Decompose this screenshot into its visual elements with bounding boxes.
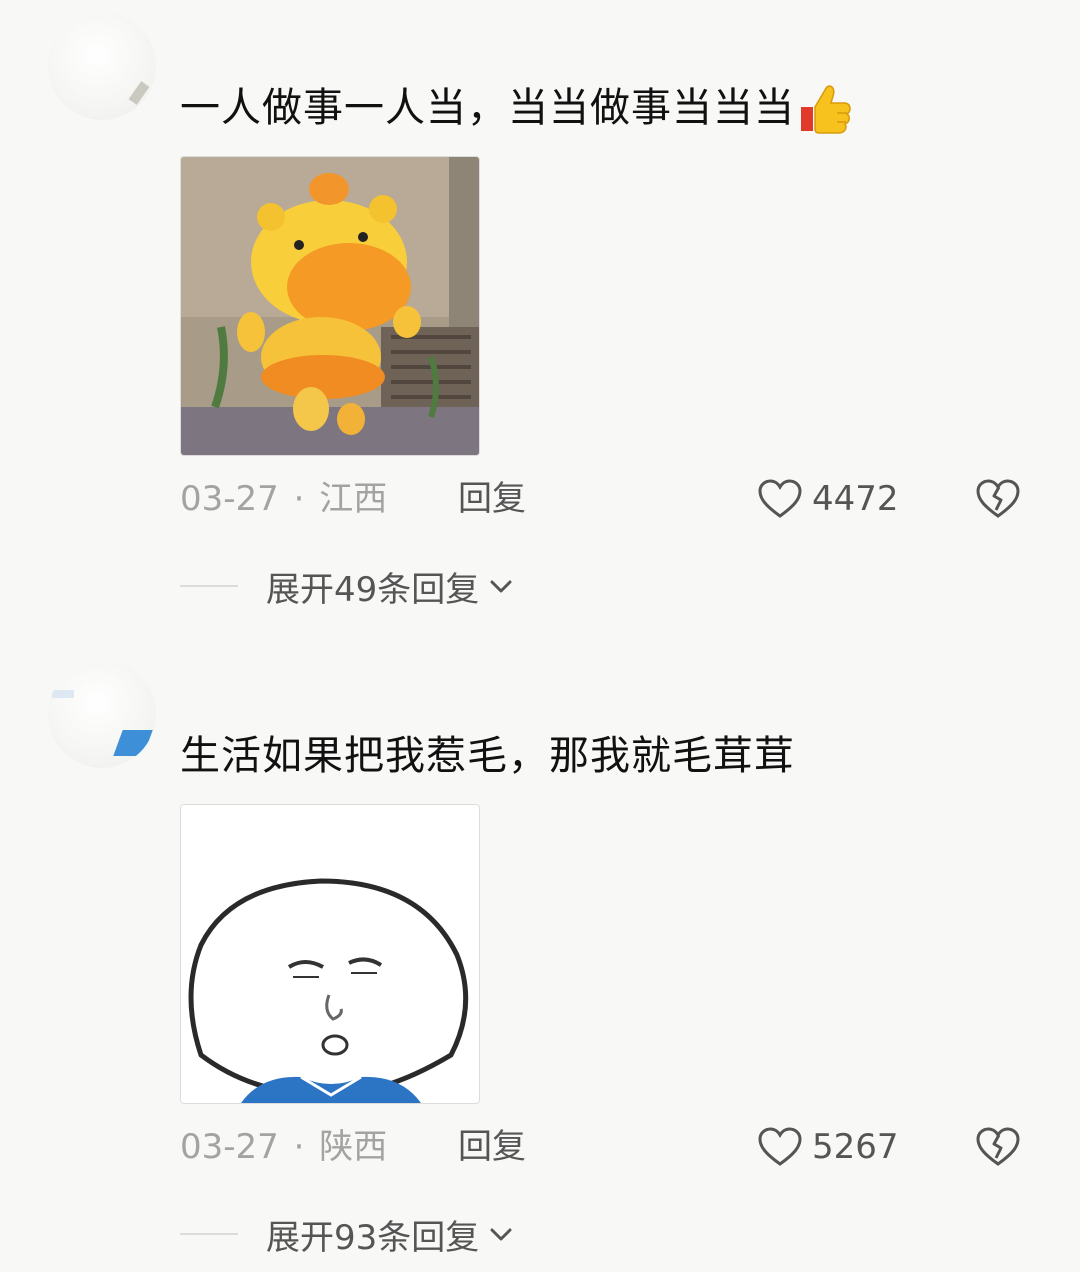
heart-outline-icon [758, 1127, 802, 1166]
comment-image-meme[interactable] [180, 804, 480, 1104]
reply-button[interactable]: 回复 [458, 474, 526, 524]
reply-button[interactable]: 回复 [458, 1122, 526, 1172]
comment-location: 江西 [319, 479, 388, 519]
expand-replies-label: 展开49条回复 [266, 569, 480, 610]
avatar[interactable] [48, 12, 156, 120]
divider-line [180, 585, 238, 587]
comment-location: 陕西 [319, 1127, 388, 1167]
avatar[interactable] [48, 660, 156, 768]
expand-replies-button[interactable]: 展开93条回复 [180, 1208, 515, 1260]
comment-meta: 03-27 · 江西 [180, 474, 387, 524]
thumbs-up-icon [801, 85, 851, 134]
comment-date: 03-27 [180, 1127, 279, 1167]
like-button[interactable]: 5267 [756, 1122, 899, 1172]
comment-image-hippo[interactable] [180, 156, 480, 456]
expand-replies-label: 展开93条回复 [266, 1217, 480, 1258]
heart-outline-icon [758, 479, 802, 518]
comment-meta: 03-27 · 陕西 [180, 1122, 387, 1172]
broken-heart-icon[interactable] [974, 1122, 1022, 1170]
meta-separator: · [293, 1127, 305, 1167]
comment-text: 生活如果把我惹毛，那我就毛茸茸 [180, 733, 795, 779]
expand-replies-button[interactable]: 展开49条回复 [180, 560, 515, 612]
meta-separator: · [293, 479, 305, 519]
meme-picture [181, 805, 479, 1103]
like-count: 4472 [812, 479, 899, 519]
like-button[interactable]: 4472 [756, 474, 899, 524]
divider-line [180, 1233, 238, 1235]
like-count: 5267 [812, 1127, 899, 1167]
comment-text: 一人做事一人当，当当做事当当当 [180, 80, 853, 136]
hippo-picture [181, 157, 479, 455]
broken-heart-icon[interactable] [974, 474, 1022, 522]
chevron-down-icon [490, 580, 512, 593]
comment-date: 03-27 [180, 479, 279, 519]
chevron-down-icon [490, 1228, 512, 1241]
